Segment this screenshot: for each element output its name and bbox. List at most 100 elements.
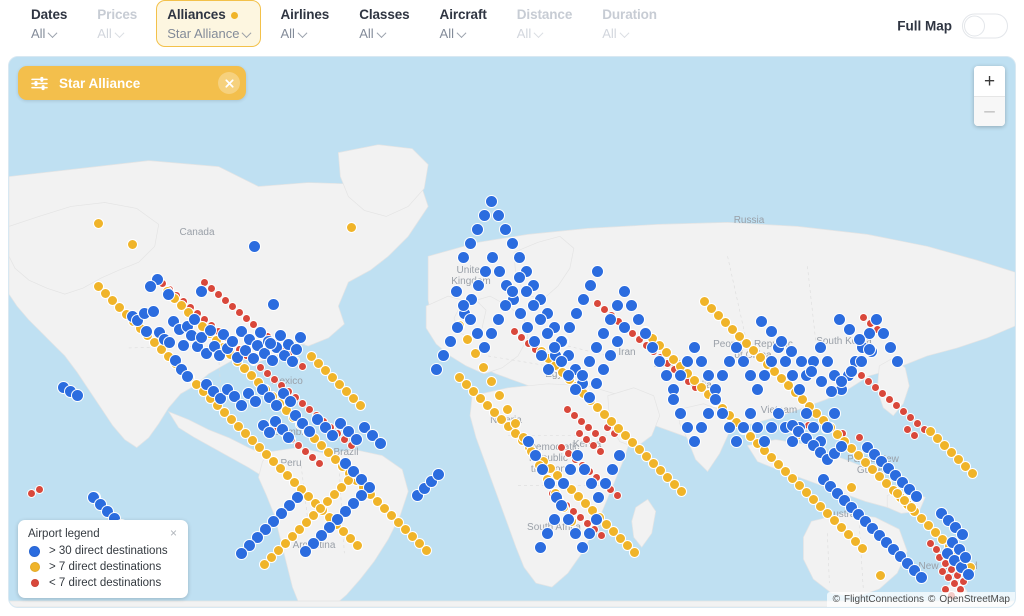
airport-marker-blue[interactable] [843, 323, 856, 336]
airport-marker-yellow[interactable] [629, 547, 640, 558]
airport-marker-blue[interactable] [493, 265, 506, 278]
airport-marker-yellow[interactable] [857, 543, 868, 554]
airport-marker-blue[interactable] [485, 327, 498, 340]
airport-marker-blue[interactable] [737, 355, 750, 368]
airport-marker-blue[interactable] [625, 299, 638, 312]
airport-marker-red[interactable] [910, 431, 919, 440]
airport-marker-blue[interactable] [959, 551, 972, 564]
airport-marker-blue[interactable] [835, 440, 848, 453]
airport-marker-blue[interactable] [294, 331, 307, 344]
airport-marker-blue[interactable] [667, 393, 680, 406]
airport-marker-blue[interactable] [674, 369, 687, 382]
airport-marker-blue[interactable] [479, 265, 492, 278]
airport-marker-blue[interactable] [464, 237, 477, 250]
airport-marker-yellow[interactable] [352, 540, 363, 551]
airport-marker-blue[interactable] [825, 385, 838, 398]
airport-marker-blue[interactable] [536, 463, 549, 476]
airport-marker-blue[interactable] [597, 363, 610, 376]
airport-marker-blue[interactable] [140, 325, 153, 338]
airport-marker-blue[interactable] [611, 299, 624, 312]
airport-marker-blue[interactable] [583, 527, 596, 540]
airport-marker-blue[interactable] [188, 313, 201, 326]
airport-marker-blue[interactable] [576, 369, 589, 382]
airport-marker-blue[interactable] [585, 477, 598, 490]
airport-marker-blue[interactable] [604, 313, 617, 326]
airport-marker-blue[interactable] [833, 313, 846, 326]
airport-marker-blue[interactable] [513, 251, 526, 264]
airport-marker-blue[interactable] [604, 349, 617, 362]
airport-marker-blue[interactable] [514, 307, 527, 320]
zoom-in-button[interactable]: + [974, 66, 1005, 96]
airport-marker-blue[interactable] [590, 513, 603, 526]
airport-marker-blue[interactable] [471, 327, 484, 340]
airport-marker-blue[interactable] [235, 547, 248, 560]
airport-marker-blue[interactable] [499, 223, 512, 236]
airport-marker-blue[interactable] [71, 389, 84, 402]
airport-marker-blue[interactable] [590, 341, 603, 354]
airport-marker-blue[interactable] [282, 431, 295, 444]
airport-marker-blue[interactable] [884, 341, 897, 354]
airport-marker-blue[interactable] [555, 355, 568, 368]
airport-marker-yellow[interactable] [494, 390, 505, 401]
airport-marker-blue[interactable] [590, 377, 603, 390]
airport-marker-blue[interactable] [450, 285, 463, 298]
airport-marker-blue[interactable] [611, 335, 624, 348]
airport-marker-blue[interactable] [478, 209, 491, 222]
airport-marker-blue[interactable] [499, 299, 512, 312]
airport-marker-blue[interactable] [543, 477, 556, 490]
airport-marker-yellow[interactable] [346, 222, 357, 233]
airport-marker-blue[interactable] [723, 355, 736, 368]
airport-marker-blue[interactable] [492, 313, 505, 326]
airport-marker-blue[interactable] [688, 435, 701, 448]
airport-marker-blue[interactable] [755, 315, 768, 328]
airport-marker-blue[interactable] [828, 407, 841, 420]
airport-marker-blue[interactable] [513, 271, 526, 284]
airport-marker-blue[interactable] [520, 285, 533, 298]
airport-marker-blue[interactable] [144, 280, 157, 293]
airport-marker-blue[interactable] [632, 313, 645, 326]
airport-marker-blue[interactable] [853, 333, 866, 346]
filter-dates[interactable]: DatesAll [20, 0, 78, 47]
airport-marker-blue[interactable] [765, 325, 778, 338]
airport-marker-blue[interactable] [350, 433, 363, 446]
airport-marker-blue[interactable] [674, 407, 687, 420]
airport-marker-blue[interactable] [541, 527, 554, 540]
airport-marker-blue[interactable] [716, 369, 729, 382]
airport-marker-blue[interactable] [264, 337, 277, 350]
filter-airlines[interactable]: AirlinesAll [269, 0, 340, 47]
airport-marker-blue[interactable] [564, 463, 577, 476]
airport-marker-blue[interactable] [855, 355, 868, 368]
airport-marker-blue[interactable] [744, 369, 757, 382]
airport-marker-blue[interactable] [793, 383, 806, 396]
airport-marker-blue[interactable] [163, 336, 176, 349]
airport-marker-blue[interactable] [457, 299, 470, 312]
airport-marker-blue[interactable] [548, 513, 561, 526]
airport-marker-blue[interactable] [529, 449, 542, 462]
airport-marker-blue[interactable] [695, 421, 708, 434]
airport-marker-blue[interactable] [795, 355, 808, 368]
airport-marker-yellow[interactable] [510, 418, 521, 429]
airport-marker-blue[interactable] [613, 449, 626, 462]
airport-marker-blue[interactable] [681, 355, 694, 368]
airport-marker-yellow[interactable] [502, 404, 513, 415]
airport-marker-blue[interactable] [284, 395, 297, 408]
airport-marker-blue[interactable] [472, 279, 485, 292]
airport-marker-blue[interactable] [563, 321, 576, 334]
airport-marker-blue[interactable] [492, 209, 505, 222]
airport-marker-blue[interactable] [432, 468, 445, 481]
airport-marker-blue[interactable] [835, 375, 848, 388]
airport-marker-blue[interactable] [506, 237, 519, 250]
airport-marker-blue[interactable] [181, 370, 194, 383]
airport-marker-blue[interactable] [744, 407, 757, 420]
airport-marker-red[interactable] [596, 447, 605, 456]
airport-marker-blue[interactable] [577, 293, 590, 306]
airport-marker-red[interactable] [613, 491, 622, 500]
airport-marker-blue[interactable] [464, 313, 477, 326]
filter-aircraft[interactable]: AircraftAll [429, 0, 498, 47]
airport-marker-blue[interactable] [646, 341, 659, 354]
airport-marker-blue[interactable] [660, 369, 673, 382]
airport-marker-red[interactable] [926, 539, 935, 548]
airport-marker-yellow[interactable] [93, 218, 104, 229]
airport-marker-blue[interactable] [730, 435, 743, 448]
world-map[interactable]: CanadaMexicoColombiaPeruBrazilArgentinaU… [8, 56, 1016, 608]
